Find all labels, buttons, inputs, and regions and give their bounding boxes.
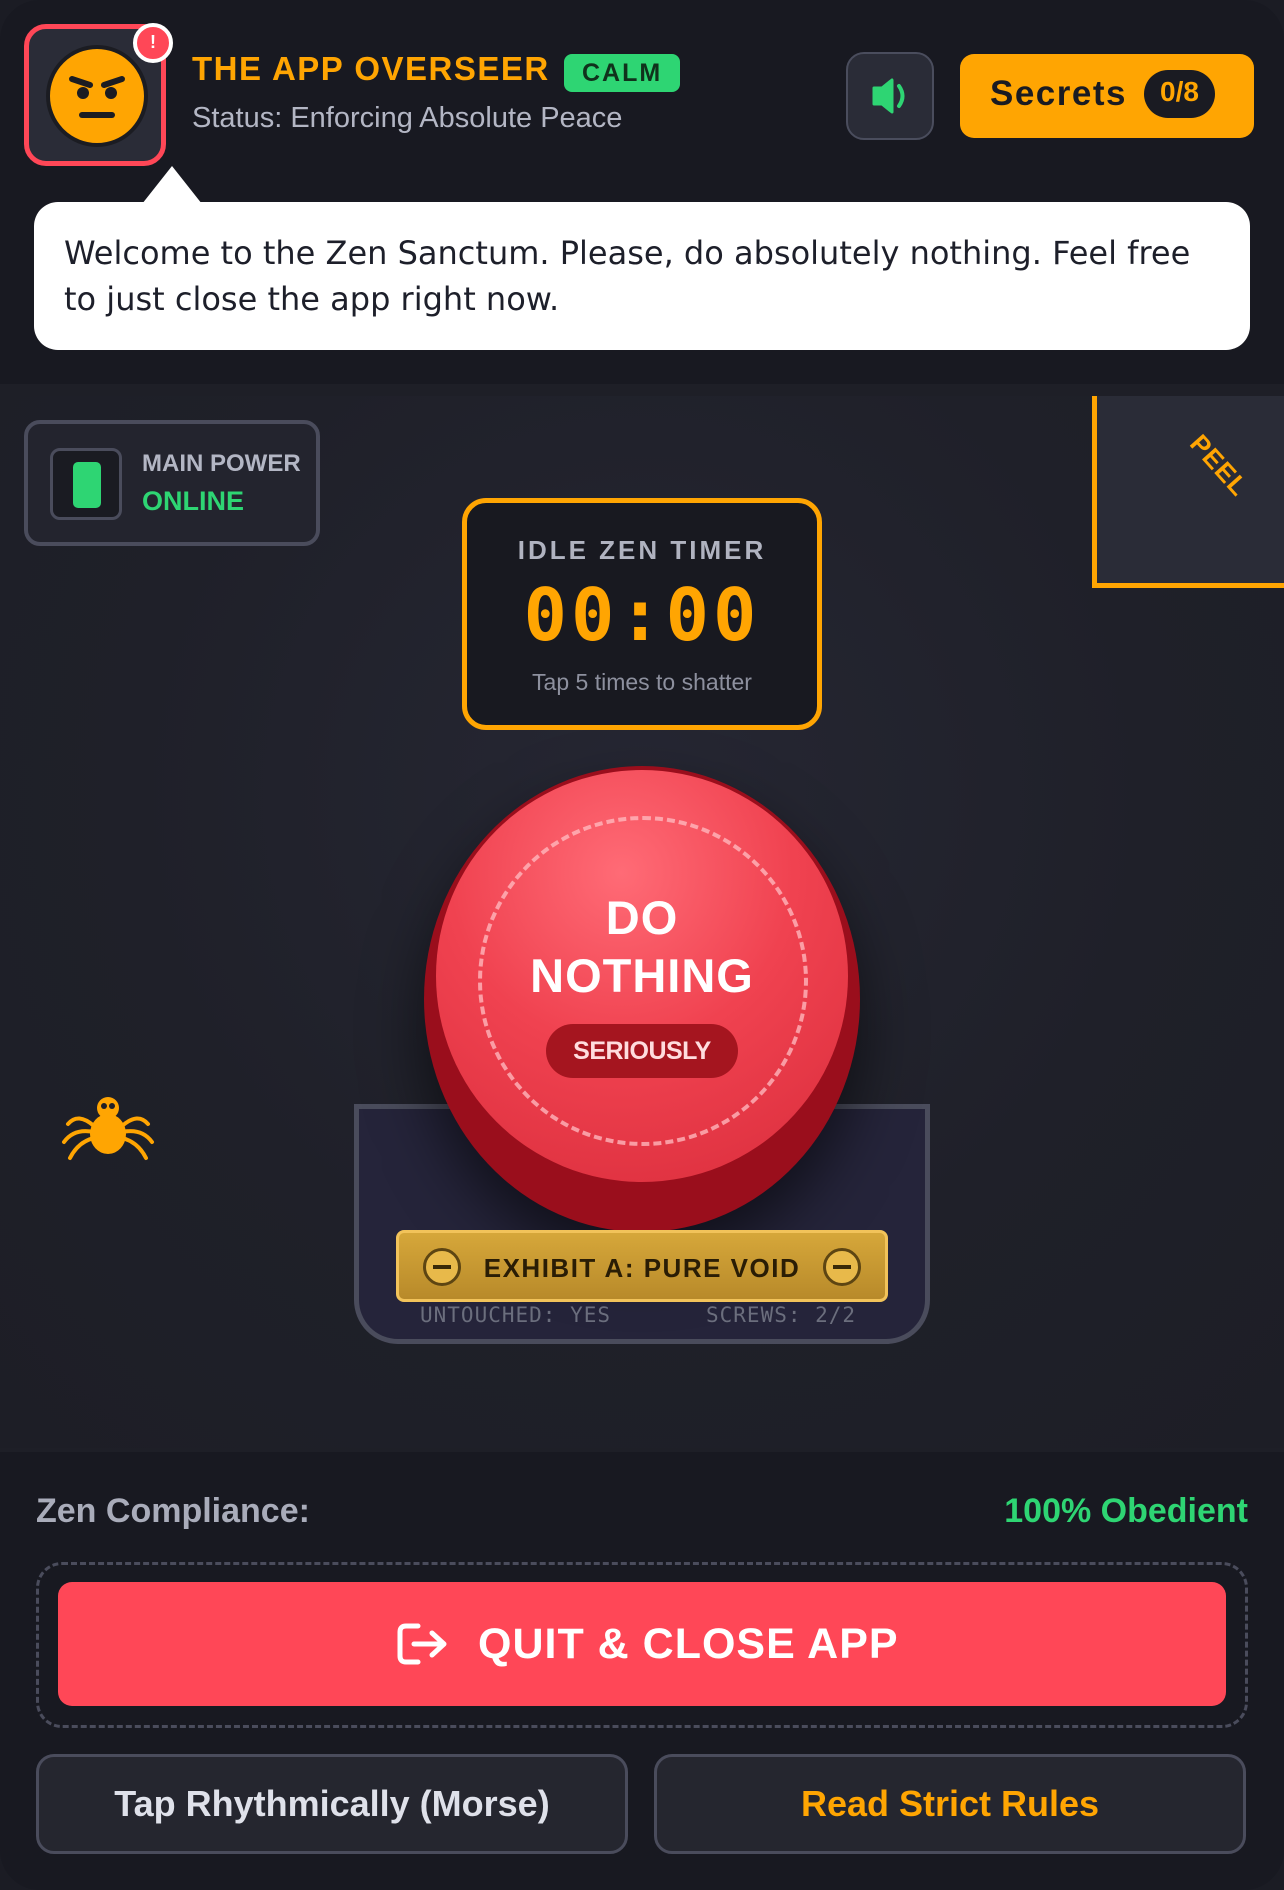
timer-label: IDLE ZEN TIMER: [517, 535, 767, 565]
app-shell: ! THE APP OVERSEER CALM Status: Enforcin…: [0, 0, 1284, 1890]
exhibit-plaque: EXHIBIT A: PURE VOID: [396, 1230, 888, 1302]
screw-right-icon[interactable]: [823, 1248, 861, 1286]
quit-label: QUIT & CLOSE APP: [478, 1620, 899, 1668]
power-switch-knob: [73, 462, 101, 508]
screws-status: SCREWS: 2/2: [706, 1303, 857, 1327]
peel-label: PEEL: [1184, 428, 1255, 502]
spider-icon[interactable]: [60, 1090, 156, 1170]
secrets-label: Secrets: [990, 74, 1127, 113]
overseer-status: Status: Enforcing Absolute Peace: [192, 102, 623, 134]
speech-bubble-tail: [142, 166, 202, 204]
main-power-panel: MAIN POWER ONLINE: [24, 420, 320, 546]
compliance-label: Zen Compliance:: [36, 1492, 310, 1530]
overseer-avatar[interactable]: !: [24, 23, 173, 166]
peel-corner[interactable]: PEEL: [1092, 396, 1284, 588]
power-status: ONLINE: [142, 486, 245, 516]
compliance-value: 100% Obedient: [1004, 1492, 1248, 1530]
quit-close-app-button[interactable]: QUIT & CLOSE APP: [58, 1582, 1226, 1706]
do-nothing-button[interactable]: DO NOTHING SERIOUSLY: [436, 770, 848, 1182]
button-text-line2: NOTHING: [530, 949, 754, 1002]
timer-value: 00:00: [523, 573, 761, 657]
power-switch[interactable]: [50, 448, 122, 520]
idle-zen-timer[interactable]: IDLE ZEN TIMER 00:00 Tap 5 times to shat…: [462, 498, 822, 730]
tap-morse-button[interactable]: Tap Rhythmically (Morse): [36, 1754, 628, 1854]
seriously-pill: SERIOUSLY: [546, 1024, 738, 1078]
overseer-title: THE APP OVERSEER: [192, 50, 550, 87]
button-text-line1: DO: [605, 891, 679, 944]
secrets-button[interactable]: Secrets 0/8: [960, 54, 1254, 138]
timer-hint: Tap 5 times to shatter: [532, 669, 752, 695]
annoyed-face-icon: [46, 45, 148, 147]
notification-badge: !: [133, 23, 173, 63]
untouched-status: UNTOUCHED: YES: [420, 1303, 612, 1327]
secrets-count: 0/8: [1144, 70, 1215, 118]
sound-toggle-button[interactable]: [846, 52, 934, 140]
mood-badge: CALM: [564, 54, 681, 92]
exit-icon: [397, 1623, 447, 1665]
speech-bubble: Welcome to the Zen Sanctum. Please, do a…: [34, 202, 1250, 350]
read-rules-button[interactable]: Read Strict Rules: [654, 1754, 1246, 1854]
plaque-text: EXHIBIT A: PURE VOID: [483, 1253, 801, 1283]
power-label: MAIN POWER: [142, 450, 301, 477]
speaker-icon: [872, 78, 905, 114]
